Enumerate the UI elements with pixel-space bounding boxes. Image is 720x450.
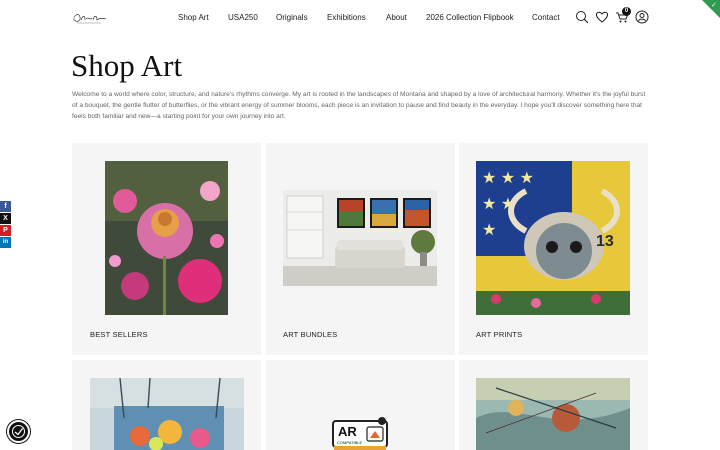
ar-device-icon (366, 426, 384, 442)
cart-count-badge: 0 (622, 7, 631, 16)
category-card[interactable]: AR COMPATIBLE (266, 360, 455, 450)
category-card[interactable] (459, 360, 648, 450)
category-label: BEST SELLERS (90, 330, 148, 339)
badge-dot (378, 417, 386, 425)
heart-icon[interactable] (595, 10, 609, 24)
facebook-share-icon[interactable]: f (0, 201, 11, 212)
nav-usa250[interactable]: USA250 (228, 13, 258, 22)
pinterest-share-icon[interactable]: P (0, 225, 11, 236)
linkedin-share-icon[interactable]: in (0, 237, 11, 248)
nav-exhibitions[interactable]: Exhibitions (327, 13, 366, 22)
accessibility-button[interactable] (7, 420, 30, 443)
category-card-art-prints[interactable]: ★ ★ ★ ★ ★ ★ 13 ART PRINTS (459, 143, 648, 355)
svg-text:★: ★ (482, 222, 496, 239)
category-label: ART BUNDLES (283, 330, 338, 339)
signature-logo[interactable] (71, 9, 109, 27)
nav-flipbook[interactable]: 2026 Collection Flipbook (426, 13, 514, 22)
nav-contact[interactable]: Contact (532, 13, 560, 22)
art-prints-artwork: ★ ★ ★ ★ ★ ★ 13 (476, 161, 630, 315)
category-card-art-bundles[interactable]: ART BUNDLES (266, 143, 455, 355)
social-share-bar: f X P in (0, 201, 11, 249)
best-sellers-artwork (105, 161, 228, 315)
search-icon[interactable] (575, 10, 589, 24)
check-icon: ✓ (711, 2, 717, 9)
art-bundles-room-image (283, 190, 437, 286)
accessibility-icon (12, 425, 25, 438)
site-header: Shop Art USA250 Originals Exhibitions Ab… (0, 0, 720, 36)
account-icon[interactable] (635, 10, 649, 24)
nav-originals[interactable]: Originals (276, 13, 308, 22)
badge-stripe (334, 446, 386, 450)
abstract-artwork (476, 378, 630, 450)
svg-text:13: 13 (596, 233, 614, 250)
nav-about[interactable]: About (386, 13, 407, 22)
x-share-icon[interactable]: X (0, 213, 11, 224)
intro-text: Welcome to a world where color, structur… (72, 91, 646, 120)
category-card-best-sellers[interactable]: BEST SELLERS (72, 143, 261, 355)
category-card[interactable] (72, 360, 261, 450)
floral-artwork (90, 378, 244, 450)
category-label: ART PRINTS (476, 330, 523, 339)
svg-text:★ ★ ★: ★ ★ ★ (482, 170, 534, 187)
nav-shop-art[interactable]: Shop Art (178, 13, 209, 22)
page-title: Shop Art (71, 48, 183, 83)
